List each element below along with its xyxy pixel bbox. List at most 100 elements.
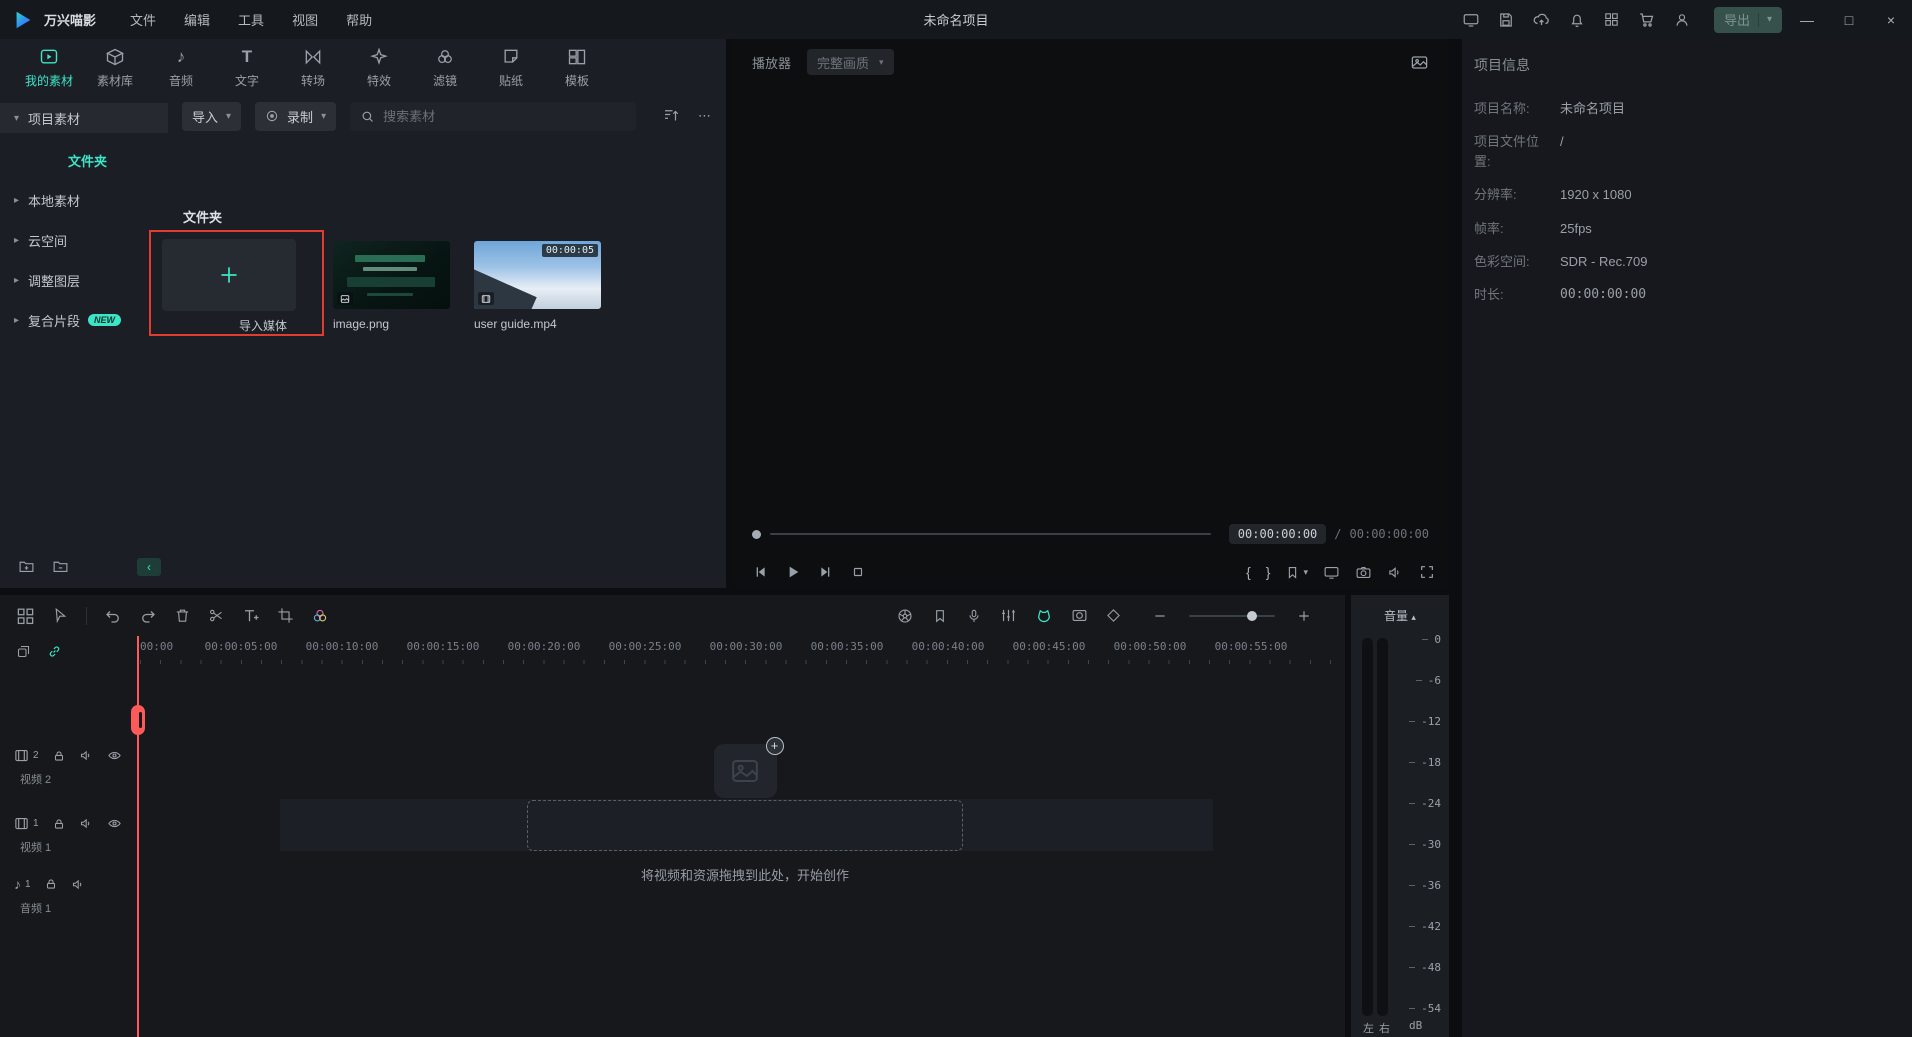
stop-icon[interactable]	[851, 565, 865, 579]
hide-track-eye-icon[interactable]	[107, 748, 122, 763]
marker-icon[interactable]: ▾	[1285, 565, 1308, 580]
mute-speaker-icon[interactable]	[79, 748, 94, 763]
next-frame-icon[interactable]	[818, 564, 834, 580]
play-icon[interactable]	[785, 564, 801, 580]
save-icon[interactable]	[1497, 11, 1515, 29]
track-manager-icon[interactable]	[16, 606, 35, 625]
record-button[interactable]: 录制 ▾	[255, 102, 336, 131]
smart-ai-tool-icon[interactable]	[1035, 607, 1053, 625]
volume-icon[interactable]	[1387, 564, 1404, 581]
search-input[interactable]	[383, 109, 603, 124]
seek-track[interactable]	[770, 533, 1211, 535]
preview-viewport[interactable]	[732, 85, 1449, 515]
audio-mixer-icon[interactable]	[1000, 607, 1017, 624]
cloud-upload-icon[interactable]	[1532, 10, 1551, 29]
mute-speaker-icon[interactable]	[79, 816, 94, 831]
link-clips-icon[interactable]	[47, 644, 62, 659]
mark-in-icon[interactable]: {	[1246, 564, 1251, 580]
snapshot-camera-icon[interactable]	[1355, 564, 1372, 581]
select-tool-icon[interactable]	[52, 607, 69, 624]
volume-header[interactable]: 音量 ▴	[1351, 607, 1449, 624]
split-scissors-icon[interactable]	[208, 607, 225, 624]
timeline-dropzone[interactable]: + 将视频和资源拖拽到此处，开始创作	[527, 744, 963, 884]
lock-icon[interactable]	[52, 817, 66, 831]
media-item-video[interactable]: 00:00:05	[474, 241, 601, 309]
sidebar-item-local-media[interactable]: ▸ 本地素材	[0, 185, 168, 215]
lock-icon[interactable]	[44, 877, 58, 891]
timeline-zoom-slider[interactable]	[1189, 615, 1275, 617]
sidebar-item-adjustment-layer[interactable]: ▸ 调整图层	[0, 265, 168, 295]
crop-icon[interactable]	[277, 607, 294, 624]
menu-file[interactable]: 文件	[130, 10, 156, 29]
tab-effects[interactable]: 特效	[346, 47, 412, 95]
previous-frame-icon[interactable]	[752, 564, 768, 580]
delete-folder-icon[interactable]	[52, 558, 69, 575]
tab-filters[interactable]: 滤镜	[412, 47, 478, 95]
import-media-card[interactable]	[162, 239, 296, 311]
new-folder-icon[interactable]	[18, 558, 35, 575]
add-media-plus-icon[interactable]: +	[766, 737, 784, 755]
drop-target-outline[interactable]	[527, 800, 963, 851]
timeline-ruler[interactable]: 00:00 00:00:05:00 00:00:10:00 00:00:15:0…	[138, 636, 1345, 666]
close-button[interactable]: ×	[1870, 0, 1912, 39]
cart-icon[interactable]	[1637, 10, 1656, 29]
menu-tools[interactable]: 工具	[238, 10, 264, 29]
tab-audio[interactable]: ♪ 音频	[148, 47, 214, 95]
display-mode-icon[interactable]	[1323, 564, 1340, 581]
color-match-icon[interactable]	[311, 607, 329, 625]
sidebar-item-folder[interactable]: 文件夹	[0, 145, 168, 175]
collapse-sidebar-button[interactable]: ‹	[137, 558, 161, 576]
menu-view[interactable]: 视图	[292, 10, 318, 29]
duplicate-track-icon[interactable]	[16, 644, 31, 659]
chroma-key-icon[interactable]	[1071, 607, 1088, 624]
marker-flag-icon[interactable]	[932, 608, 948, 624]
tab-stock-media[interactable]: 素材库	[82, 47, 148, 95]
zoom-in-icon[interactable]	[1297, 609, 1311, 623]
menu-help[interactable]: 帮助	[346, 10, 372, 29]
playhead-line[interactable]	[137, 636, 139, 1037]
info-label: 项目文件位置:	[1474, 132, 1550, 172]
zoom-slider-knob[interactable]	[1247, 611, 1257, 621]
seek-handle[interactable]	[752, 530, 761, 539]
redo-icon[interactable]	[139, 607, 157, 625]
tab-templates[interactable]: 模板	[544, 47, 610, 95]
sidebar-item-compound-clip[interactable]: ▸ 复合片段 NEW	[0, 305, 168, 335]
sidebar-item-cloud[interactable]: ▸ 云空间	[0, 225, 168, 255]
playhead-handle[interactable]	[131, 705, 145, 735]
minimize-button[interactable]: —	[1786, 0, 1828, 39]
lock-icon[interactable]	[52, 749, 66, 763]
quality-dropdown[interactable]: 完整画质 ▾	[807, 49, 894, 75]
seek-bar[interactable]: 00:00:00:00 / 00:00:00:00	[752, 521, 1429, 547]
tab-stickers[interactable]: 贴纸	[478, 47, 544, 95]
render-preview-icon[interactable]	[896, 607, 914, 625]
preview-background-icon[interactable]	[1410, 53, 1429, 72]
hide-track-eye-icon[interactable]	[107, 816, 122, 831]
tab-my-media[interactable]: 我的素材	[16, 47, 82, 95]
media-placeholder-icon: +	[714, 744, 777, 798]
fullscreen-icon[interactable]	[1419, 564, 1435, 580]
delete-icon[interactable]	[174, 607, 191, 624]
add-text-icon[interactable]	[242, 607, 260, 625]
tab-text[interactable]: T 文字	[214, 47, 280, 95]
tab-transitions[interactable]: 转场	[280, 47, 346, 95]
export-button[interactable]: 导出 ▾	[1714, 7, 1782, 33]
media-item-image[interactable]	[333, 241, 450, 309]
zoom-out-icon[interactable]	[1153, 609, 1167, 623]
undo-icon[interactable]	[104, 607, 122, 625]
info-value: 25fps	[1560, 219, 1592, 239]
menu-edit[interactable]: 编辑	[184, 10, 210, 29]
apps-grid-icon[interactable]	[1603, 11, 1620, 28]
keyframe-icon[interactable]	[1106, 608, 1121, 623]
filter-icon[interactable]	[662, 107, 680, 125]
sidebar-item-project-media[interactable]: ▾ 项目素材	[0, 103, 168, 133]
user-account-icon[interactable]	[1673, 11, 1691, 29]
device-preview-icon[interactable]	[1462, 11, 1480, 29]
search-box[interactable]	[350, 102, 636, 131]
notifications-bell-icon[interactable]	[1568, 11, 1586, 29]
mute-speaker-icon[interactable]	[71, 877, 86, 892]
import-button[interactable]: 导入 ▾	[182, 102, 241, 131]
maximize-button[interactable]: □	[1828, 0, 1870, 39]
mark-out-icon[interactable]: }	[1266, 564, 1271, 580]
record-voiceover-icon[interactable]	[966, 608, 982, 624]
more-options-icon[interactable]: ⋯	[698, 108, 712, 124]
